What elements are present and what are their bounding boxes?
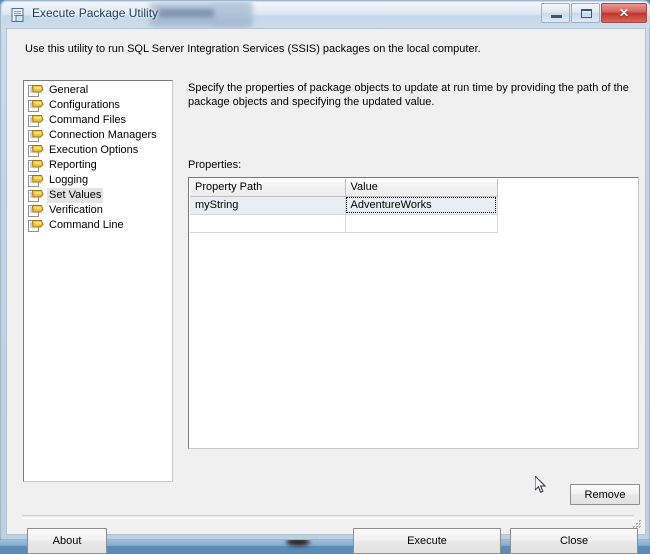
sidebar-item-command-files[interactable]: Command Files [24,113,172,128]
minimize-button[interactable] [541,3,570,23]
package-page-icon [28,99,44,113]
sidebar-item-label: Configurations [49,99,120,111]
title-bar[interactable]: Execute Package Utility ✕ [2,2,650,28]
cell-value[interactable] [345,214,498,233]
sidebar-item-label: Reporting [49,159,97,171]
close-window-button[interactable]: ✕ [601,3,647,23]
glass-background-window-text [158,9,214,17]
cell-property-path[interactable]: myString [190,196,346,215]
remove-button[interactable]: Remove [570,484,640,505]
client-area: Use this utility to run SQL Server Integ… [6,28,646,554]
properties-label: Properties: [188,159,242,171]
about-button[interactable]: About [27,528,107,554]
window-title: Execute Package Utility [32,6,159,20]
execute-button[interactable]: Execute [353,528,501,554]
glass-reflection-secondary [212,2,252,26]
package-page-icon [28,129,44,143]
package-page-icon [28,219,44,233]
sidebar-item-general[interactable]: General [24,83,172,98]
column-header-property-path[interactable]: Property Path [190,179,346,197]
footer-divider [22,515,634,519]
sidebar-item-label: Execution Options [49,144,139,156]
sidebar-item-label: Logging [49,174,89,186]
sidebar-item-label: Command Line [49,219,124,231]
sidebar-item-label: Verification [49,204,103,216]
maximize-icon [581,9,592,18]
package-page-icon [28,189,44,203]
application-window: Execute Package Utility ✕ Use this utili… [0,0,650,554]
table-row[interactable] [190,214,498,233]
package-page-icon [28,159,44,173]
window-controls: ✕ [540,3,647,23]
properties-grid[interactable]: Property Path Value myString AdventureWor… [190,179,498,233]
sidebar-item-reporting[interactable]: Reporting [24,158,172,173]
navigation-tree[interactable]: General Configurations Command Files Connec… [23,80,173,482]
cell-value[interactable]: AdventureWorks [345,196,498,215]
sidebar-item-label: Command Files [49,114,127,126]
utility-description: Use this utility to run SQL Server Integ… [25,43,481,55]
package-page-icon [28,84,44,98]
close-icon: ✕ [618,6,630,20]
cell-property-path[interactable] [190,214,346,233]
package-page-icon [28,144,44,158]
sidebar-item-configurations[interactable]: Configurations [24,98,172,113]
package-page-icon [28,204,44,218]
package-page-icon [28,174,44,188]
window-frame: Execute Package Utility ✕ Use this utili… [0,0,650,554]
sidebar-item-command-line[interactable]: Command Line [24,218,172,233]
table-row[interactable]: myString AdventureWorks [190,196,498,215]
minimize-icon [551,15,562,18]
package-document-icon [10,7,26,23]
sidebar-item-label: General [49,84,89,96]
page-description: Specify the properties of package object… [188,82,629,108]
package-page-icon [28,114,44,128]
sidebar-item-logging[interactable]: Logging [24,173,172,188]
sidebar-item-label: Connection Managers [49,129,157,141]
sidebar-item-set-values[interactable]: Set Values [24,188,172,203]
grid-header-row: Property Path Value [190,179,498,197]
sidebar-item-connection-managers[interactable]: Connection Managers [24,128,172,143]
sidebar-item-label: Set Values [47,188,104,203]
resize-grip[interactable] [630,519,642,531]
close-button[interactable]: Close [510,528,638,554]
column-header-value[interactable]: Value [345,179,498,197]
sidebar-item-verification[interactable]: Verification [24,203,172,218]
sidebar-item-execution-options[interactable]: Execution Options [24,143,172,158]
properties-grid-panel[interactable]: Property Path Value myString AdventureWor… [188,177,639,449]
maximize-button[interactable] [571,3,600,23]
